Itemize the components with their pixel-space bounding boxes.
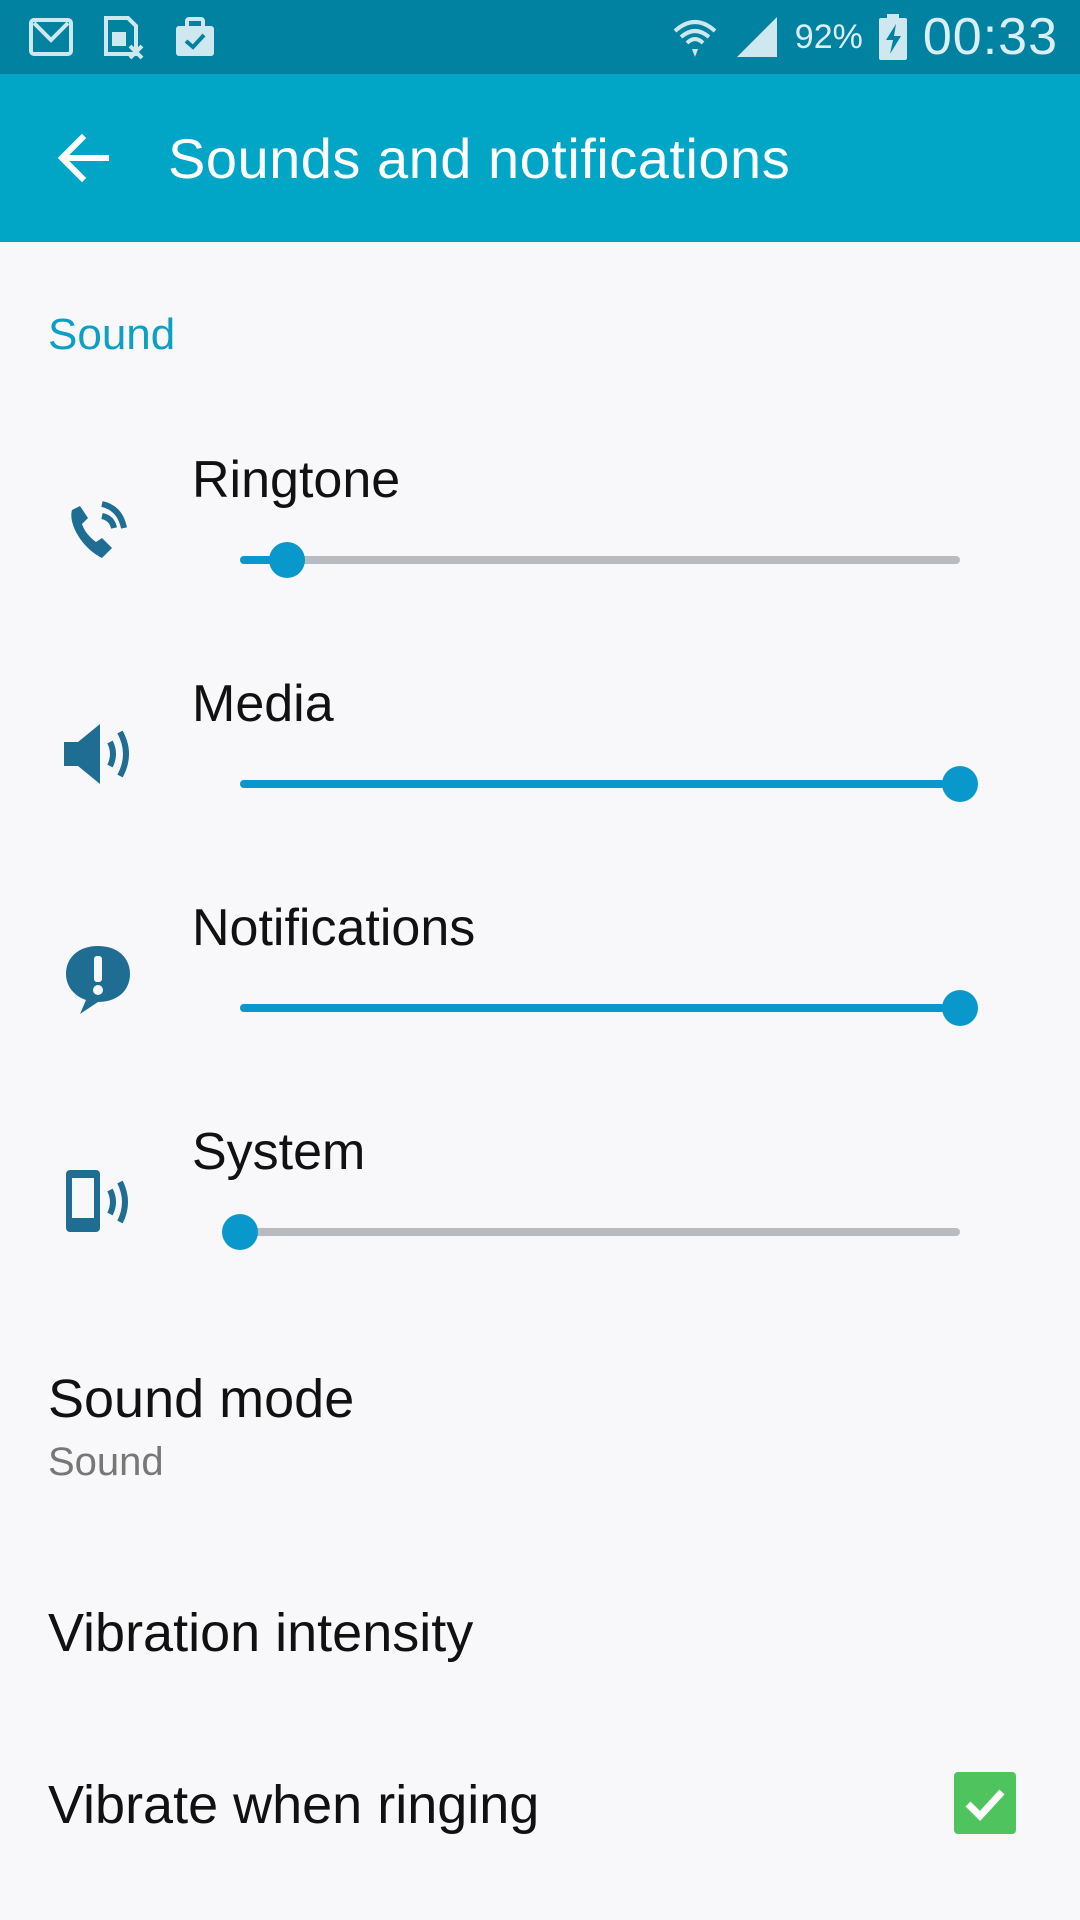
vibrate-when-ringing-checkbox[interactable] <box>954 1772 1016 1834</box>
wifi-icon <box>673 20 717 57</box>
speaker-icon <box>64 724 129 784</box>
slider-fill <box>240 780 960 788</box>
sound-mode-item[interactable]: Sound mode Sound <box>0 1340 1080 1500</box>
status-bar: 92% 00:33 <box>0 0 1080 74</box>
phone-vibrate-icon <box>66 1170 128 1232</box>
checkmark-icon <box>965 1789 1005 1822</box>
slider-fill <box>240 1004 960 1012</box>
sound-mode-title: Sound mode <box>48 1369 355 1429</box>
vibration-intensity-item[interactable]: Vibration intensity <box>0 1580 1080 1700</box>
vibrate-when-ringing-title: Vibrate when ringing <box>48 1775 540 1835</box>
vibrate-when-ringing-item[interactable]: Vibrate when ringing <box>0 1740 1080 1870</box>
notification-icon <box>66 946 130 1014</box>
volume-label-notifications: Notifications <box>192 899 476 957</box>
page-title: Sounds and notifications <box>168 127 791 190</box>
sound-mode-value: Sound <box>48 1440 164 1484</box>
signal-icon <box>736 17 777 57</box>
slider-thumb[interactable] <box>222 1214 258 1250</box>
back-button[interactable] <box>50 124 118 192</box>
notifications-volume-slider[interactable] <box>240 988 978 1028</box>
volume-label-system: System <box>192 1123 366 1181</box>
volume-label-media: Media <box>192 675 334 733</box>
volume-label-ringtone: Ringtone <box>192 451 401 509</box>
slider-thumb[interactable] <box>268 542 305 578</box>
volume-row-ringtone: Ringtone <box>0 430 1080 650</box>
clock: 00:33 <box>922 8 1058 66</box>
slider-thumb[interactable] <box>942 766 978 802</box>
volume-row-media: Media <box>0 654 1080 874</box>
app-bar: Sounds and notifications <box>0 74 1080 242</box>
volume-row-system: System <box>0 1102 1080 1322</box>
mail-icon <box>29 18 73 56</box>
vibration-intensity-title: Vibration intensity <box>48 1603 474 1663</box>
ringtone-volume-slider[interactable] <box>240 540 960 580</box>
arrow-left-icon <box>57 133 109 183</box>
slider-track <box>240 556 960 564</box>
phone-ring-icon <box>71 501 127 558</box>
battery-charging-icon <box>878 14 907 60</box>
section-header-sound: Sound <box>48 310 176 359</box>
volume-row-notifications: Notifications <box>0 878 1080 1098</box>
sim-card-icon <box>104 16 144 60</box>
slider-thumb[interactable] <box>942 990 978 1026</box>
slider-track <box>240 1228 960 1236</box>
system-volume-slider[interactable] <box>222 1212 960 1252</box>
briefcase-icon <box>176 17 214 56</box>
media-volume-slider[interactable] <box>240 764 978 804</box>
battery-percent: 92% <box>794 17 863 56</box>
